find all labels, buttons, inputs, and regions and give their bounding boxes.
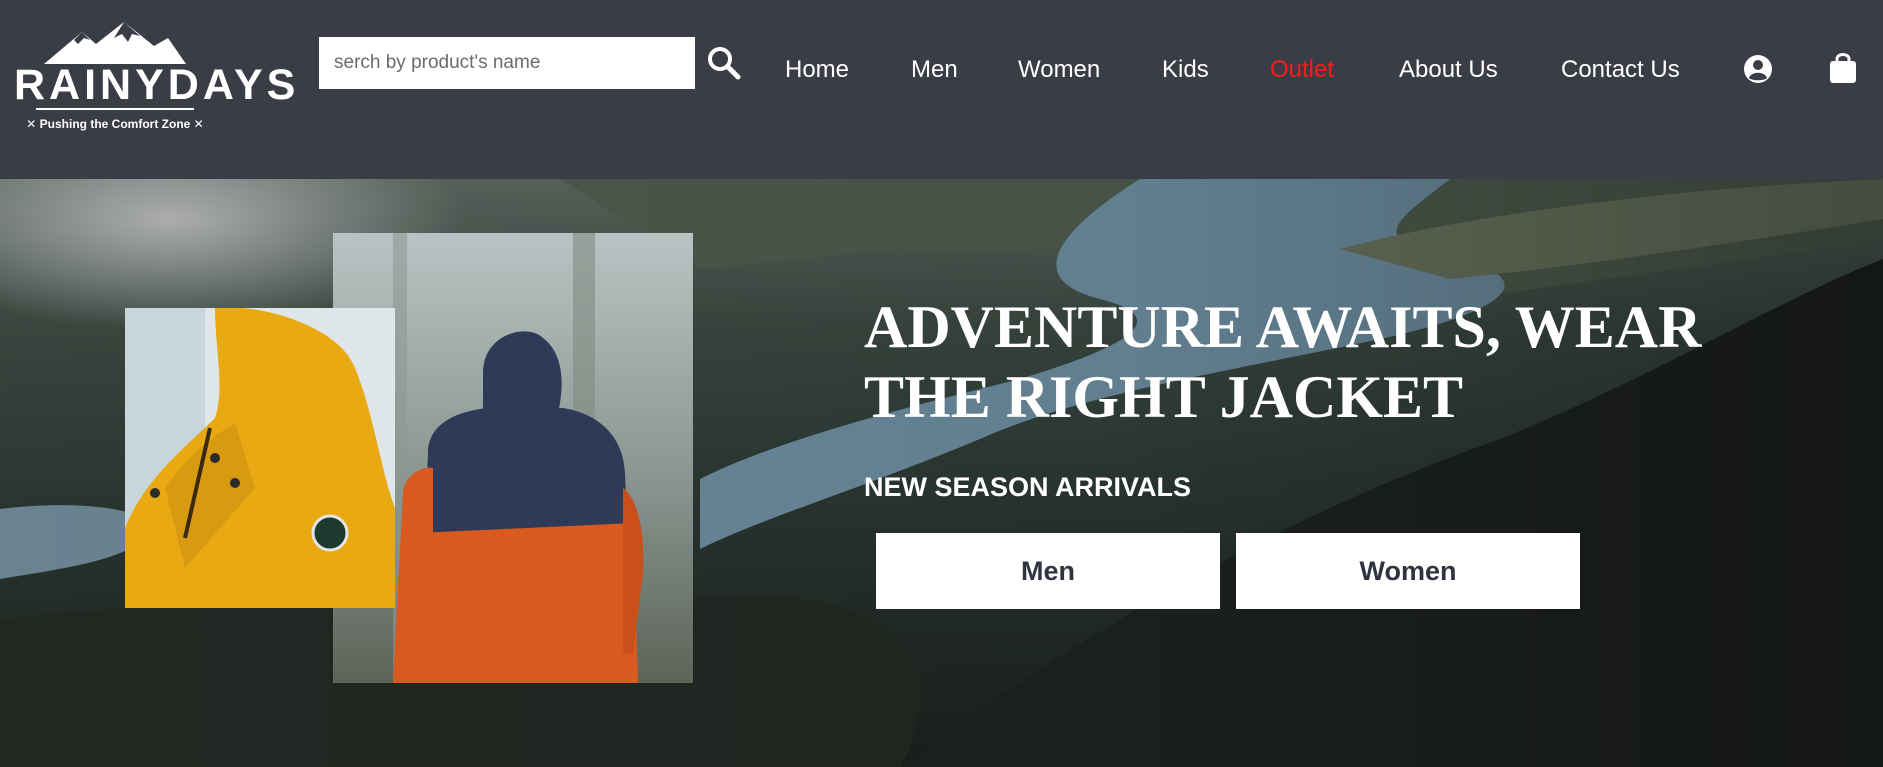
yellow-jacket-photo [125, 308, 395, 608]
nav-kids[interactable]: Kids [1162, 52, 1209, 88]
nav-about-us[interactable]: About Us [1399, 52, 1498, 88]
hero-subtitle: NEW SEASON ARRIVALS [864, 472, 1192, 502]
shopping-bag-icon [1830, 53, 1856, 83]
brand-logo[interactable]: RAINYDAYS ✕ Pushing the Comfort Zone ✕ [14, 22, 300, 134]
search-button[interactable] [706, 45, 746, 85]
nav-outlet[interactable]: Outlet [1270, 52, 1334, 88]
brand-name: RAINYDAYS [14, 61, 300, 109]
nav-men[interactable]: Men [911, 52, 958, 88]
nav-women[interactable]: Women [1018, 52, 1100, 88]
nav-home[interactable]: Home [785, 52, 849, 88]
shop-men-button[interactable]: Men [876, 533, 1220, 609]
user-circle-icon [1744, 55, 1772, 83]
hero-title-line-2: THE RIGHT JACKET [864, 364, 1464, 430]
hero-title-line-1: ADVENTURE AWAITS, WEAR [864, 294, 1702, 360]
nav-contact-us[interactable]: Contact Us [1561, 52, 1680, 88]
cart-button[interactable] [1829, 51, 1857, 84]
hero-title: ADVENTURE AWAITS, WEAR THE RIGHT JACKET [864, 292, 1764, 432]
search-icon [708, 47, 741, 80]
shop-women-button[interactable]: Women [1236, 533, 1580, 609]
search-input[interactable] [319, 37, 695, 89]
logo-divider [36, 108, 194, 110]
account-button[interactable] [1743, 54, 1773, 84]
hero-banner: ADVENTURE AWAITS, WEAR THE RIGHT JACKET … [0, 179, 1883, 767]
site-header: RAINYDAYS ✕ Pushing the Comfort Zone ✕ H… [0, 0, 1883, 179]
mountain-logo-icon [44, 22, 186, 64]
brand-tagline: ✕ Pushing the Comfort Zone ✕ [26, 117, 204, 131]
